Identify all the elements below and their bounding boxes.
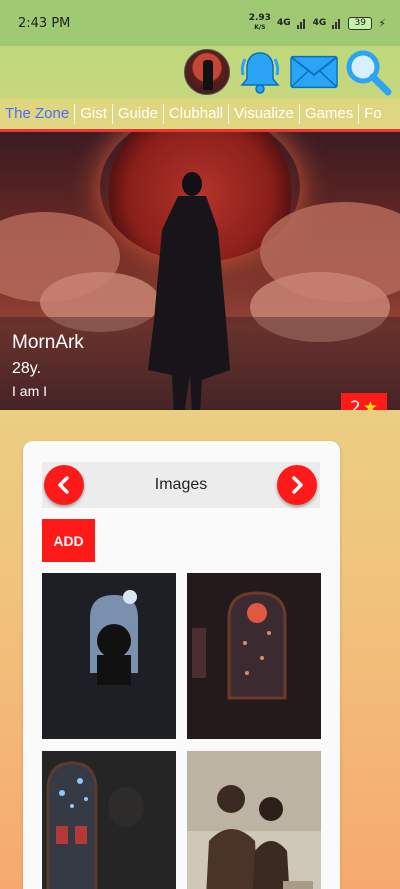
app-header	[0, 46, 400, 98]
tab-the-zone[interactable]: The Zone	[0, 103, 76, 124]
tab-clubhall[interactable]: Clubhall	[164, 103, 230, 124]
signal-4g-1: 4G	[276, 18, 291, 28]
star-rating-badge[interactable]: 2 ★	[341, 393, 387, 410]
avatar[interactable]	[184, 49, 230, 95]
profile-banner: MornArk 28y. I am I 2 ★	[0, 132, 400, 410]
status-indicators: 2.93 K/S 4G 4G 39 ⚡	[249, 14, 386, 32]
nav-tabs: The Zone Gist Guide Clubhall Visualize G…	[0, 98, 400, 132]
image-thumbnail[interactable]	[42, 751, 176, 889]
battery-icon: 39	[348, 16, 373, 30]
signal-bars-icon	[296, 19, 305, 29]
signal-4g-2: 4G	[312, 18, 327, 28]
image-thumbnail[interactable]	[187, 573, 321, 739]
tab-games[interactable]: Games	[300, 103, 360, 124]
profile-name: MornArk	[12, 332, 84, 353]
add-image-button[interactable]: ADD	[42, 519, 95, 562]
status-time: 2:43 PM	[18, 15, 71, 31]
chevron-right-icon	[292, 476, 303, 494]
tab-gist[interactable]: Gist	[75, 103, 113, 124]
next-button[interactable]	[277, 465, 317, 505]
signal-bars-icon	[332, 19, 341, 29]
star-icon: ★	[362, 398, 379, 410]
tab-fo[interactable]: Fo	[359, 104, 387, 124]
star-count: 2	[349, 398, 361, 410]
search-icon[interactable]	[344, 48, 392, 96]
bell-icon[interactable]	[236, 48, 284, 96]
images-card: Images ADD	[23, 441, 340, 889]
images-title: Images	[154, 476, 208, 493]
network-speed: 2.93 K/S	[248, 13, 271, 32]
profile-info-panel	[0, 317, 400, 410]
status-bar: 2:43 PM 2.93 K/S 4G 4G 39 ⚡	[0, 0, 400, 46]
tab-visualize[interactable]: Visualize	[229, 103, 300, 124]
images-header: Images	[42, 462, 320, 508]
chevron-left-icon	[58, 476, 69, 494]
image-thumbnail[interactable]	[187, 751, 321, 889]
prev-button[interactable]	[44, 465, 84, 505]
image-thumbnail[interactable]	[42, 573, 176, 739]
mail-icon[interactable]	[290, 48, 338, 96]
tab-guide[interactable]: Guide	[113, 103, 164, 124]
profile-age: 28y.	[12, 360, 42, 377]
charging-icon: ⚡	[378, 16, 386, 30]
profile-bio: I am I	[12, 383, 48, 399]
